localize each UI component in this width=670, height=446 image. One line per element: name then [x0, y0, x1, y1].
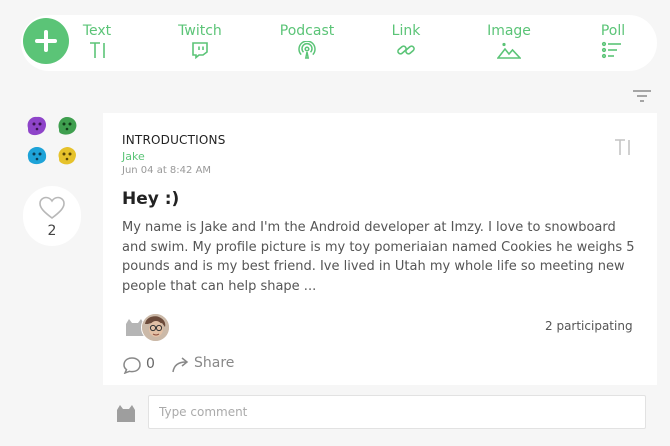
- like-count: 2: [47, 223, 57, 239]
- post-type-poll[interactable]: Poll: [578, 23, 648, 59]
- yellow-blob-icon: [58, 147, 77, 165]
- like-button[interactable]: 2: [23, 186, 81, 246]
- post-body[interactable]: My name is Jake and I'm the Android deve…: [122, 218, 642, 296]
- link-icon: [397, 45, 415, 55]
- post-type-twitch[interactable]: Twitch: [165, 23, 235, 59]
- purple-blob-icon: [27, 116, 47, 136]
- comment-icon[interactable]: [122, 356, 142, 374]
- post-type-link-label: Link: [391, 23, 421, 39]
- image-icon: [497, 42, 521, 59]
- user-face-icon: [142, 314, 169, 341]
- poll-icon: [601, 41, 621, 59]
- share-button[interactable]: Share: [194, 355, 234, 371]
- post-type-link[interactable]: Link: [371, 23, 441, 59]
- community-avatar[interactable]: [25, 114, 81, 170]
- post-card: INTRODUCTIONS Jake Jun 04 at 8:42 AM Hey…: [103, 113, 657, 385]
- post-timestamp: Jun 04 at 8:42 AM: [122, 165, 212, 176]
- text-cursor-icon: [90, 42, 105, 58]
- post-type-toolbar: Text Twitch Podcast Link Image Poll: [21, 15, 657, 71]
- text-cursor-icon: [615, 139, 630, 155]
- post-type-poll-label: Poll: [600, 23, 626, 39]
- post-title[interactable]: Hey :): [122, 189, 179, 209]
- participant-avatars: [124, 313, 184, 342]
- user-avatar: [141, 313, 170, 342]
- cat-avatar-icon: [117, 405, 135, 422]
- share-icon[interactable]: [172, 357, 192, 373]
- podcast-icon: [298, 41, 316, 59]
- post-type-text[interactable]: Text: [62, 23, 132, 59]
- comment-input[interactable]: [148, 395, 646, 429]
- twitch-icon: [192, 42, 208, 59]
- post-type-podcast[interactable]: Podcast: [272, 23, 342, 59]
- participants-count: 2 participating: [545, 319, 633, 333]
- green-blob-icon: [58, 117, 77, 135]
- heart-icon: [39, 196, 65, 220]
- comment-count: 0: [146, 356, 155, 372]
- author-name[interactable]: Jake: [122, 150, 145, 163]
- blue-blob-icon: [27, 147, 47, 165]
- post-type-text-label: Text: [82, 23, 112, 39]
- filter-icon[interactable]: [631, 89, 653, 103]
- channel-name[interactable]: INTRODUCTIONS: [122, 133, 226, 147]
- post-type-twitch-label: Twitch: [178, 23, 222, 39]
- comment-composer: [103, 385, 657, 440]
- post-type-podcast-label: Podcast: [279, 23, 335, 39]
- post-type-image[interactable]: Image: [474, 23, 544, 59]
- post-type-image-label: Image: [487, 23, 531, 39]
